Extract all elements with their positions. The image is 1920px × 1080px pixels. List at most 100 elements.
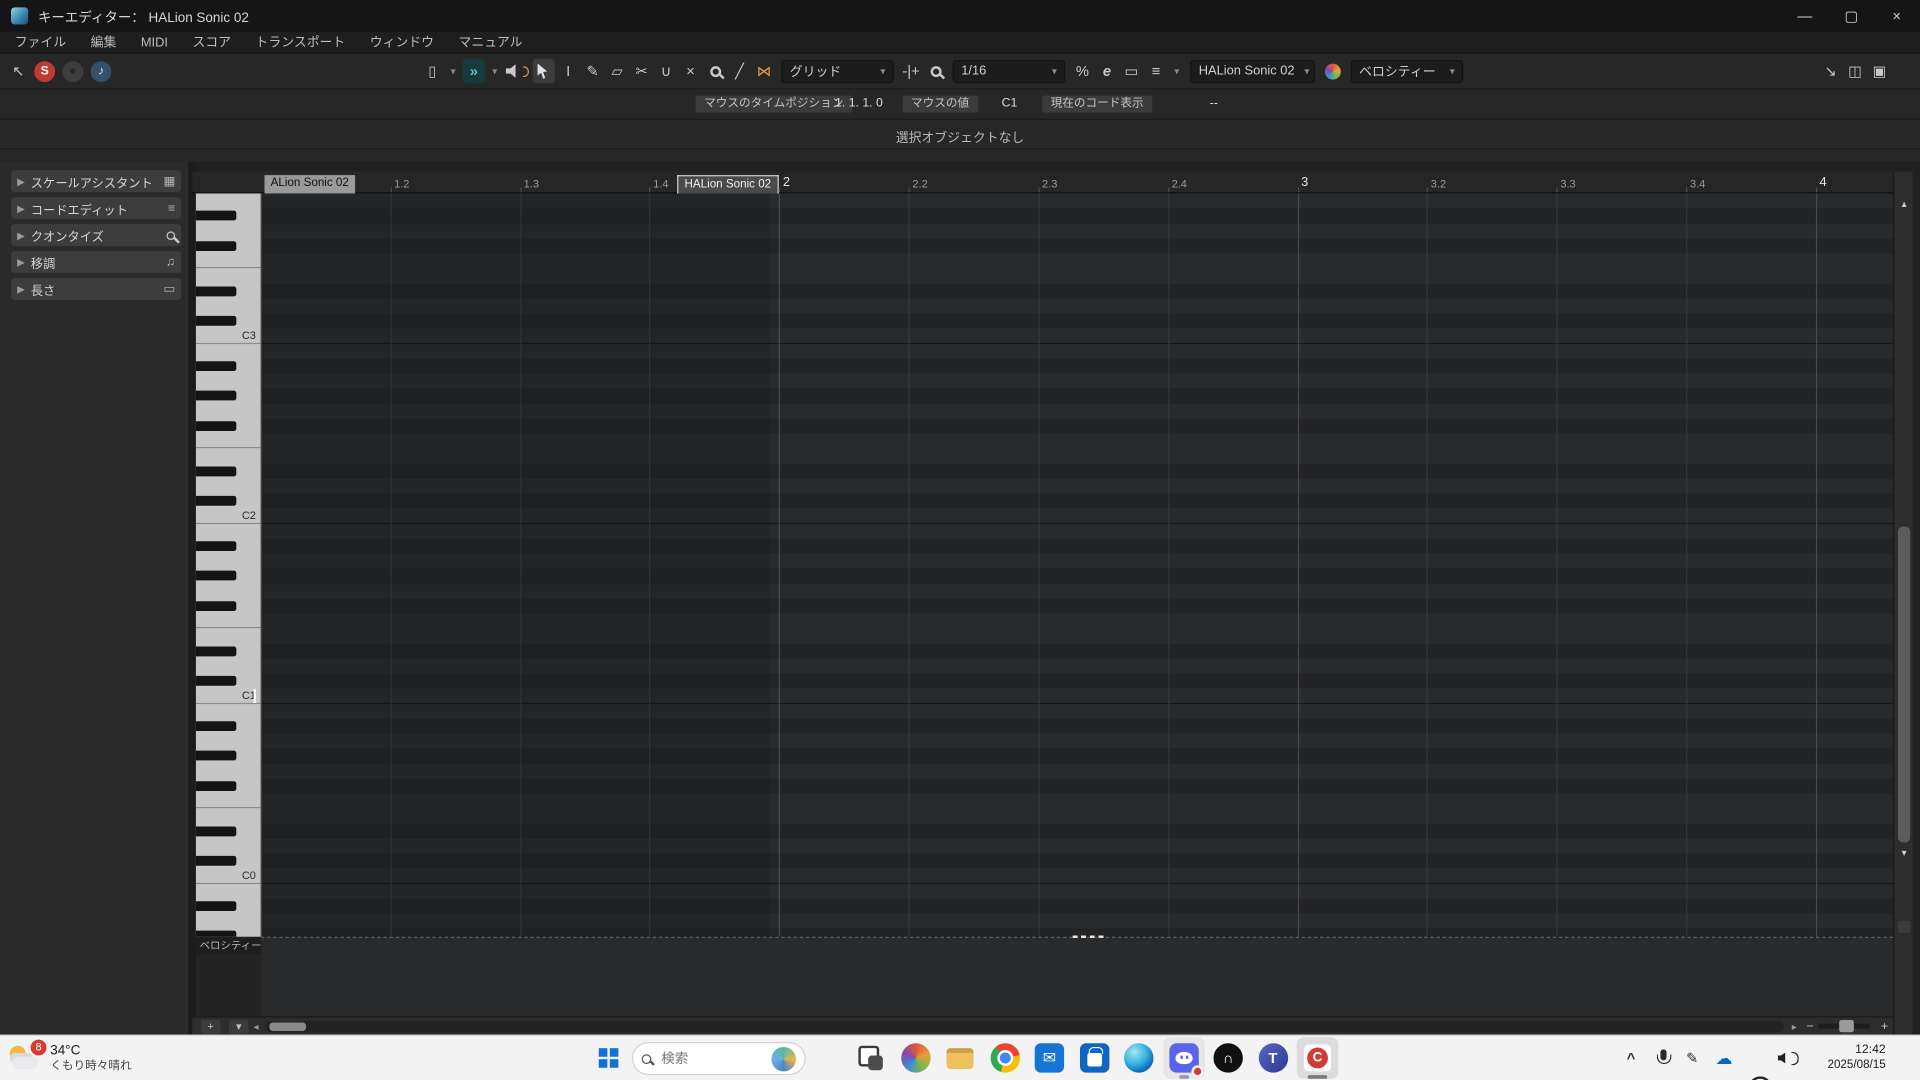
wifi-icon[interactable] [1746, 1070, 1772, 1080]
piano-key-black[interactable] [195, 675, 237, 686]
feedback-speaker[interactable] [504, 59, 530, 83]
cubase-icon[interactable] [1296, 1037, 1339, 1079]
piano-key[interactable] [196, 703, 261, 718]
part-list-caret[interactable]: ▾ [1169, 59, 1184, 83]
minimize-button[interactable]: — [1782, 0, 1829, 32]
piano-key[interactable] [195, 433, 261, 449]
piano-key-black[interactable] [195, 930, 237, 937]
piano-key[interactable] [196, 733, 261, 748]
piano-key[interactable] [196, 373, 261, 388]
pin-editor[interactable]: ↖ [7, 59, 29, 83]
taskbar-search[interactable] [631, 1042, 806, 1076]
piano-key[interactable] [195, 853, 261, 868]
h-scroll-thumb[interactable] [269, 1021, 307, 1031]
piano-key-black[interactable] [195, 645, 237, 656]
left-zone-toggle[interactable]: ◫ [1844, 59, 1866, 83]
piano-key[interactable] [196, 763, 261, 778]
zoom-in-button[interactable]: + [1881, 1019, 1888, 1032]
piano-key[interactable] [195, 568, 261, 583]
piano-key-black[interactable] [195, 570, 237, 581]
menu-item-2[interactable]: MIDI [141, 35, 168, 50]
scroll-right-icon[interactable]: ▸ [1792, 1021, 1797, 1032]
piano-key[interactable] [195, 418, 261, 433]
piano-key[interactable]: C1 [195, 688, 261, 704]
timeline-ruler[interactable]: ALion Sonic 02 HALion Sonic 02 ▲ 1.21.31… [192, 171, 1910, 194]
edit-active-part-only[interactable]: ≡ [1145, 59, 1167, 83]
erase-tool[interactable]: ▱ [606, 59, 628, 83]
quantize-panel[interactable]: e [1096, 59, 1118, 83]
piano-key[interactable] [196, 403, 261, 418]
parsec-icon[interactable] [1207, 1037, 1249, 1079]
piano-keyboard[interactable]: C3 C2 C1 C0 [195, 193, 261, 937]
teams-icon[interactable] [1252, 1037, 1294, 1079]
piano-key-black[interactable] [195, 600, 237, 611]
inspector-section-0[interactable]: ▶ スケールアシスタント ▦ [11, 170, 182, 193]
tray-overflow-chevron-icon[interactable]: ^ [1619, 1046, 1643, 1070]
glue-tool[interactable]: ∪ [655, 59, 677, 83]
piano-key[interactable] [196, 223, 261, 238]
menu-item-5[interactable]: ウィンドウ [370, 33, 434, 51]
color-mode-select[interactable]: ベロシティー ▾ [1350, 59, 1464, 83]
piano-key[interactable] [195, 793, 261, 809]
piano-key[interactable]: C3 [195, 328, 261, 344]
h-zoom-thumb[interactable] [1839, 1020, 1855, 1033]
piano-key-black[interactable] [195, 495, 237, 506]
file-explorer-icon[interactable] [939, 1037, 981, 1079]
v-scroll-thumb[interactable] [1897, 526, 1911, 843]
piano-key-black[interactable] [195, 420, 237, 431]
piano-key[interactable] [196, 193, 261, 208]
quantize-select[interactable]: 1/16 ▾ [952, 59, 1066, 83]
photos-icon[interactable] [894, 1037, 936, 1079]
piano-key[interactable] [195, 673, 261, 688]
select-tool[interactable] [532, 58, 555, 84]
menu-item-1[interactable]: 編集 [91, 33, 117, 51]
piano-key[interactable] [196, 808, 261, 823]
show-part-borders[interactable]: ▯ [421, 59, 443, 83]
piano-key[interactable] [195, 748, 261, 763]
line-tool[interactable]: ╱ [729, 59, 751, 83]
v-zoom-preset[interactable] [1897, 920, 1911, 934]
h-zoom-slider[interactable] [1818, 1020, 1870, 1033]
piano-key[interactable] [195, 238, 261, 253]
trim-tool[interactable]: I [557, 59, 579, 83]
piano-key[interactable] [196, 298, 261, 313]
h-scroll-track[interactable] [265, 1020, 1785, 1032]
piano-key[interactable] [195, 283, 261, 298]
quantize-mag[interactable] [924, 59, 946, 83]
note-grid[interactable] [260, 193, 1894, 937]
piano-key-black[interactable] [195, 360, 237, 371]
part-edit-mode[interactable]: ▭ [1120, 59, 1142, 83]
mic-icon[interactable] [1651, 1046, 1675, 1070]
record-in-editor[interactable]: ● [62, 60, 84, 82]
piano-key[interactable] [195, 823, 261, 838]
part-select[interactable]: HALion Sonic 02 ▾ [1190, 59, 1316, 83]
mail-icon[interactable] [1029, 1037, 1071, 1079]
inspector-section-3[interactable]: ▶ 移調 ♫ [11, 251, 182, 274]
piano-key-black[interactable] [195, 465, 237, 476]
acoustic-feedback[interactable]: ♪ [90, 60, 112, 82]
piano-key[interactable] [196, 553, 261, 568]
chrome-icon[interactable] [984, 1037, 1026, 1079]
piano-key[interactable] [195, 388, 261, 403]
v-scroll-up-icon[interactable]: ▴ [1894, 198, 1914, 209]
task-view-icon[interactable] [850, 1037, 892, 1079]
piano-key[interactable] [196, 583, 261, 598]
grid-type-select[interactable]: グリッド ▾ [781, 59, 894, 83]
piano-key[interactable] [195, 613, 261, 629]
piano-key-black[interactable] [195, 315, 237, 326]
zoom-tool[interactable] [704, 59, 726, 83]
autoscroll-caret[interactable]: ▾ [487, 59, 502, 83]
zones-toggle[interactable]: ▣ [1869, 59, 1891, 83]
velocity-lane[interactable] [260, 937, 1894, 1017]
grid-relative[interactable]: -|+ [900, 59, 922, 83]
piano-key[interactable] [196, 838, 261, 853]
piano-key[interactable]: C0 [195, 868, 261, 884]
piano-key-black[interactable] [195, 285, 237, 296]
piano-key-black[interactable] [195, 540, 237, 551]
weather-widget[interactable]: 8 34°C くもり時々晴れ [7, 1038, 132, 1078]
piano-key-black[interactable] [195, 210, 237, 221]
search-highlight-icon[interactable] [771, 1046, 796, 1071]
piano-key[interactable] [196, 268, 261, 283]
piano-key[interactable] [195, 493, 261, 508]
pen-icon[interactable]: ✎ [1680, 1046, 1704, 1070]
